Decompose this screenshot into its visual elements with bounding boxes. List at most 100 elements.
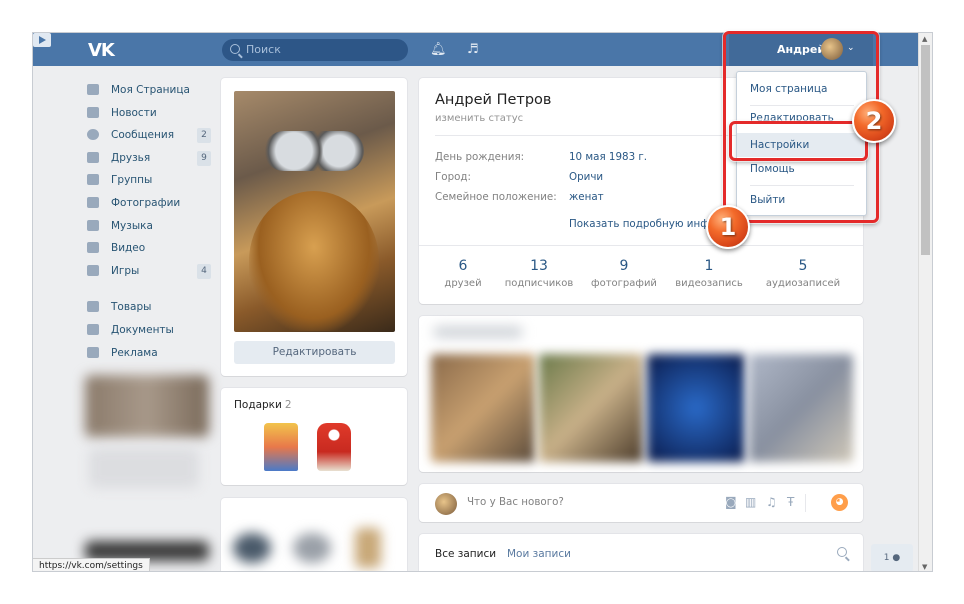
gifts-title: Подарки <box>234 399 282 411</box>
sidebar-item-video[interactable]: Видео <box>85 237 211 260</box>
photo-dog-shape <box>249 191 379 331</box>
scroll-up-arrow-icon[interactable]: ▲ <box>922 35 927 43</box>
counter-caption: подписчиков <box>504 278 574 289</box>
sidebar-item-groups[interactable]: Группы <box>85 169 211 192</box>
counter-videos[interactable]: 1 видеозапись <box>667 258 751 289</box>
gifts-heading[interactable]: Подарки 2 <box>234 399 292 411</box>
sidebar-item-messages[interactable]: Сообщения 2 <box>85 124 211 147</box>
step-marker-2: 2 <box>852 99 896 143</box>
counter-followers[interactable]: 13 подписчиков <box>497 258 581 289</box>
blurred-friend-avatar <box>293 533 331 563</box>
home-icon <box>87 84 99 95</box>
show-details-link[interactable]: Показать подробную инфор <box>569 218 722 230</box>
counter-caption: друзей <box>444 278 482 289</box>
sidebar-item-label: Игры <box>111 264 140 277</box>
counter-caption: видеозапись <box>675 278 743 289</box>
camera-icon <box>87 196 99 208</box>
sidebar-item-label: Друзья <box>111 151 151 164</box>
group-icon <box>87 174 99 186</box>
film-icon[interactable]: ▥ <box>745 495 756 509</box>
tab-all-posts[interactable]: Все записи <box>435 548 496 560</box>
counter-photos[interactable]: 9 фотографий <box>582 258 666 289</box>
gift-box-image[interactable] <box>264 423 298 471</box>
sidebar-item-label: Видео <box>111 242 146 255</box>
search-input[interactable]: Поиск <box>222 39 408 61</box>
sidebar-item-games[interactable]: Игры 4 <box>85 260 211 283</box>
counter-number: 1 <box>704 258 714 274</box>
sidebar-item-label: Реклама <box>111 346 158 359</box>
active-tab-underline <box>431 571 495 572</box>
text-format-icon[interactable]: Ŧ <box>787 495 794 509</box>
gift-santa-image[interactable] <box>317 423 351 471</box>
info-label: Город: <box>435 171 472 183</box>
sidebar-item-news[interactable]: Новости <box>85 102 211 125</box>
counter-number: 6 <box>458 258 468 274</box>
sidebar-item-label: Группы <box>111 174 153 187</box>
change-status-link[interactable]: изменить статус <box>435 113 523 124</box>
post-visibility-avatar[interactable]: ◕ <box>831 494 848 511</box>
bell-icon[interactable]: 🔔︎ <box>430 42 447 57</box>
search-icon[interactable] <box>837 547 847 557</box>
info-value[interactable]: женат <box>569 191 604 203</box>
blurred-photo-thumbnail[interactable] <box>539 354 643 462</box>
blurred-photo-thumbnail[interactable] <box>431 354 535 462</box>
sidebar-item-ads[interactable]: Реклама <box>85 342 211 365</box>
friends-count-badge: 9 <box>197 150 211 166</box>
new-post-box: Что у Вас нового? ◙ ▥ ♫ Ŧ ◕ <box>419 484 863 522</box>
sidebar-item-my-page[interactable]: Моя Страница <box>85 79 211 102</box>
counter-number: 9 <box>619 258 629 274</box>
tab-my-posts[interactable]: Мои записи <box>507 548 571 560</box>
shopping-bag-icon <box>87 301 99 313</box>
counters-divider <box>419 245 863 246</box>
edit-profile-button[interactable]: Редактировать <box>234 341 395 364</box>
games-count-badge: 4 <box>197 263 211 279</box>
scroll-down-arrow-icon[interactable]: ▼ <box>922 563 927 571</box>
sidebar-item-label: Фотографии <box>111 196 181 209</box>
profile-photo[interactable] <box>234 91 395 332</box>
camera-icon[interactable]: ◙ <box>725 495 737 509</box>
left-sidebar: Моя Страница Новости Сообщения 2 Друзья 9 … <box>85 79 211 364</box>
blurred-ad-text <box>89 448 199 488</box>
blurred-photo-thumbnail[interactable] <box>647 354 745 462</box>
post-author-avatar <box>435 493 457 515</box>
sidebar-item-label: Сообщения <box>111 129 175 142</box>
info-value[interactable]: 10 мая 1983 г. <box>569 151 647 163</box>
friends-online-count: 1 <box>883 553 890 563</box>
counter-number: 13 <box>530 258 548 274</box>
friends-online-button[interactable]: 1 ● <box>871 544 913 571</box>
vertical-scrollbar[interactable]: ▲ ▼ <box>918 33 932 571</box>
profile-full-name: Андрей Петров <box>435 92 552 108</box>
sidebar-item-label: Моя Страница <box>111 84 190 96</box>
music-note-icon[interactable]: ♫ <box>766 495 777 509</box>
music-note-icon[interactable]: ♬ <box>467 42 479 57</box>
sidebar-item-label: Документы <box>111 323 174 336</box>
info-value[interactable]: Оричи <box>569 171 603 183</box>
scrollbar-thumb[interactable] <box>921 45 930 255</box>
sidebar-divider <box>85 282 211 296</box>
blurred-photo-thumbnail[interactable] <box>749 354 853 462</box>
sidebar-item-documents[interactable]: Документы <box>85 319 211 342</box>
chat-bubble-icon <box>87 129 99 141</box>
sidebar-item-label: Музыка <box>111 219 153 232</box>
gamepad-icon <box>87 264 99 276</box>
sidebar-item-label: Новости <box>111 106 157 119</box>
sidebar-item-music[interactable]: Музыка <box>85 215 211 238</box>
sidebar-item-label: Товары <box>111 301 152 314</box>
sidebar-item-photos[interactable]: Фотографии <box>85 192 211 215</box>
profile-photo-card: Редактировать <box>221 78 407 376</box>
counter-friends[interactable]: 6 друзей <box>421 258 505 289</box>
music-note-icon <box>87 219 99 231</box>
person-icon: ● <box>892 553 901 563</box>
sidebar-item-goods[interactable]: Товары <box>85 296 211 319</box>
post-toolbar-divider <box>805 494 806 512</box>
gifts-card: Подарки 2 <box>221 388 407 485</box>
blurred-friend-avatar <box>355 528 381 568</box>
sidebar-item-friends[interactable]: Друзья 9 <box>85 147 211 170</box>
play-video-icon[interactable] <box>33 33 51 47</box>
blurred-ad-image <box>85 375 209 437</box>
person-icon <box>87 151 99 163</box>
post-input[interactable]: Что у Вас нового? <box>467 496 564 508</box>
counter-audio[interactable]: 5 аудиозаписей <box>761 258 845 289</box>
vk-logo[interactable]: VK <box>88 40 115 61</box>
film-icon <box>87 242 99 254</box>
